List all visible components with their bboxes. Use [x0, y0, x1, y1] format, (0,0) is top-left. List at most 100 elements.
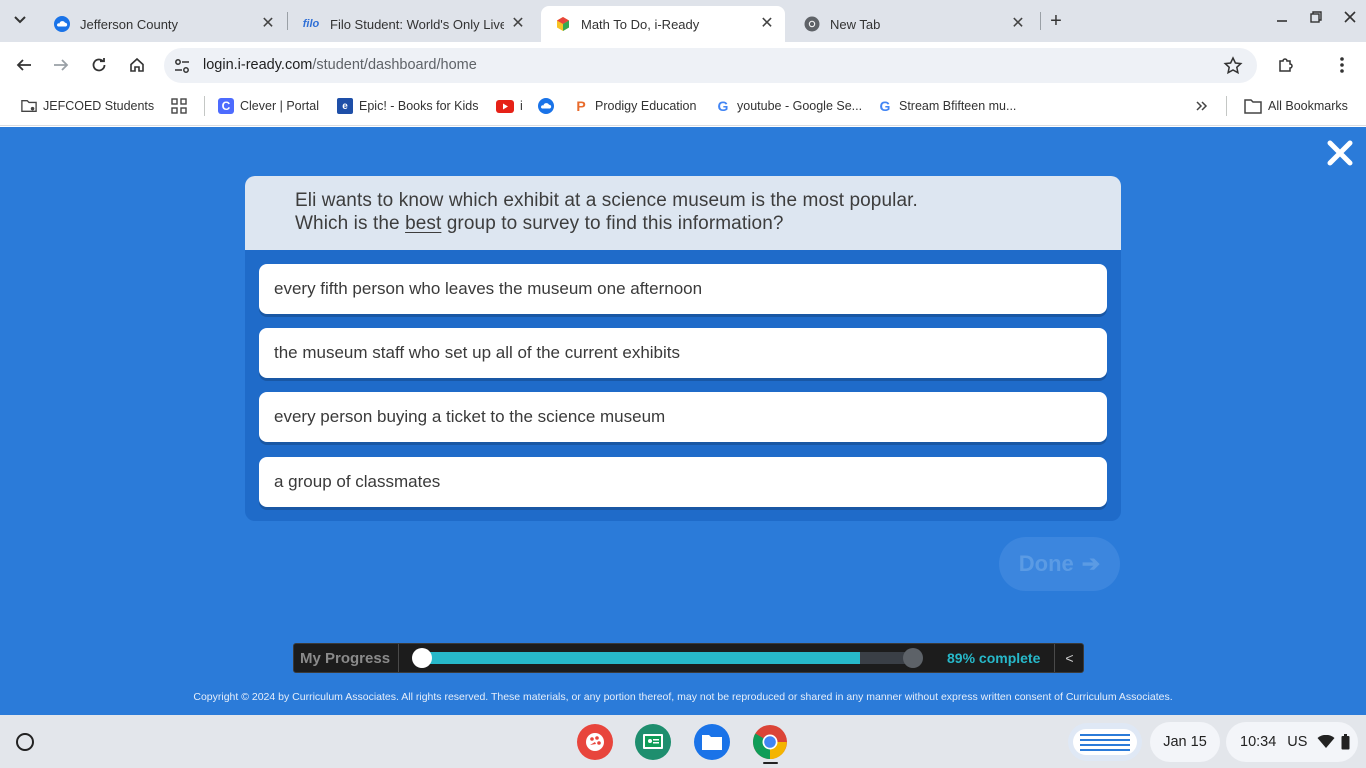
bookmark-star-icon[interactable] [1223, 56, 1243, 76]
all-bookmarks-button[interactable]: All Bookmarks [1244, 96, 1348, 116]
forward-button[interactable] [49, 53, 73, 77]
question-text-fragment: group to survey to find this information… [441, 213, 784, 234]
close-tab-icon[interactable]: ✕ [260, 16, 276, 32]
arrow-left-icon [16, 59, 31, 71]
launcher-icon[interactable] [16, 733, 34, 751]
address-bar[interactable]: login.i-ready.com/student/dashboard/home [164, 48, 1257, 83]
apps-grid-icon [171, 98, 187, 114]
minimize-icon [1277, 20, 1287, 22]
answer-choice-1[interactable]: every fifth person who leaves the museum… [259, 264, 1107, 314]
bookmark-cloud[interactable] [538, 96, 560, 116]
question-card: Eli wants to know which exhibit at a sci… [245, 176, 1121, 521]
bookmark-clever-portal[interactable]: C Clever | Portal [218, 96, 319, 116]
restore-button[interactable] [1303, 6, 1329, 32]
os-shelf: Jan 15 10:34 US [0, 715, 1366, 768]
close-tab-icon[interactable]: ✕ [759, 16, 775, 32]
progress-label: My Progress [300, 650, 391, 667]
extensions-button[interactable] [1274, 53, 1298, 77]
chrome-icon [804, 16, 820, 32]
bookmark-separator [1226, 96, 1227, 116]
arrow-right-icon [54, 59, 69, 71]
bookmark-youtube-google-search[interactable]: G youtube - Google Se... [715, 96, 863, 116]
cloud-icon [538, 98, 554, 114]
tab-title: New Tab [830, 16, 881, 32]
home-icon [130, 57, 144, 72]
url-text[interactable]: login.i-ready.com/student/dashboard/home [203, 57, 477, 73]
tote-thumbnail[interactable] [1068, 723, 1142, 761]
url-host: login.i-ready.com [203, 57, 313, 73]
bookmark-label: JEFCOED Students [43, 99, 155, 113]
input-locale: US [1287, 734, 1308, 750]
bookmark-youtube[interactable]: i [496, 96, 523, 116]
bookmark-prodigy[interactable]: P Prodigy Education [573, 96, 696, 116]
files-icon[interactable] [694, 724, 730, 760]
close-icon [1344, 11, 1356, 23]
tab-filo[interactable]: filo Filo Student: World's Only Live I ✕ [288, 6, 536, 42]
chevron-down-icon [14, 16, 26, 24]
answer-choice-3[interactable]: every person buying a ticket to the scie… [259, 392, 1107, 442]
classroom-icon[interactable] [635, 724, 671, 760]
filo-logo: filo [302, 18, 320, 30]
active-app-indicator [763, 762, 778, 764]
question-text-fragment: Which is the [295, 213, 406, 234]
chrome-icon[interactable] [752, 724, 788, 760]
back-button[interactable] [12, 53, 36, 77]
tab-math-to-do-iready[interactable]: Math To Do, i-Ready ✕ [541, 6, 785, 42]
folder-gear-icon [21, 98, 37, 114]
answer-choice-4[interactable]: a group of classmates [259, 457, 1107, 507]
system-tray[interactable]: 10:34 US [1226, 722, 1358, 762]
canvas-paint-icon[interactable] [577, 724, 613, 760]
arrow-right-icon: ➔ [1081, 551, 1101, 576]
tab-search-button[interactable] [8, 8, 32, 32]
site-settings-icon[interactable] [173, 57, 191, 75]
youtube-icon [496, 98, 514, 114]
bookmark-apps[interactable] [171, 96, 193, 116]
clock-time: 10:34 [1240, 734, 1277, 750]
copyright-text: Copyright © 2024 by Curriculum Associate… [193, 691, 1173, 703]
question-prompt: Eli wants to know which exhibit at a sci… [295, 189, 918, 235]
close-lesson-icon[interactable] [1326, 139, 1354, 167]
iready-lesson-page: Eli wants to know which exhibit at a sci… [0, 127, 1366, 715]
tab-jefferson-county[interactable]: Jefferson County ✕ [40, 6, 286, 42]
date-display[interactable]: Jan 15 [1150, 722, 1220, 762]
close-window-button[interactable] [1337, 6, 1363, 32]
puzzle-icon [1279, 58, 1293, 72]
google-icon: G [717, 98, 729, 114]
progress-collapse-button[interactable]: < [1054, 644, 1084, 672]
done-button[interactable]: Done ➔ [999, 537, 1120, 591]
bookmark-label: Clever | Portal [240, 99, 319, 113]
question-emphasis: best [405, 213, 442, 234]
minimize-button[interactable] [1269, 6, 1295, 32]
bookmark-label: Epic! - Books for Kids [359, 99, 479, 113]
done-label: Done [1018, 551, 1074, 576]
prodigy-icon: P [576, 98, 586, 114]
progress-end-marker [903, 648, 923, 668]
clever-icon: C [218, 98, 234, 114]
home-button[interactable] [125, 53, 149, 77]
bookmark-epic-books[interactable]: e Epic! - Books for Kids [337, 96, 479, 116]
bookmark-label: youtube - Google Se... [737, 99, 863, 113]
epic-icon: e [337, 98, 353, 114]
menu-button[interactable] [1330, 53, 1354, 77]
question-header: Eli wants to know which exhibit at a sci… [245, 176, 1121, 250]
folder-icon [1244, 98, 1262, 114]
close-tab-icon[interactable]: ✕ [1010, 16, 1026, 32]
tab-strip: Jefferson County ✕ filo Filo Student: Wo… [0, 0, 1366, 42]
tab-separator [1040, 12, 1041, 30]
bookmark-stream-bfifteen[interactable]: G Stream Bfifteen mu... [877, 96, 1017, 116]
bookmark-label: Prodigy Education [595, 99, 697, 113]
more-vertical-icon [1340, 57, 1344, 73]
tab-new-tab[interactable]: New Tab ✕ [790, 6, 1036, 42]
bookmarks-overflow-button[interactable] [1194, 96, 1216, 116]
bookmark-jefcoed-students[interactable]: JEFCOED Students [21, 96, 154, 116]
close-tab-icon[interactable]: ✕ [510, 16, 526, 32]
answer-choice-2[interactable]: the museum staff who set up all of the c… [259, 328, 1107, 378]
url-path: /student/dashboard/home [312, 57, 477, 73]
screenshot-thumbnail-icon [1073, 729, 1137, 755]
new-tab-button[interactable]: + [1046, 9, 1066, 33]
wifi-icon [1317, 735, 1335, 748]
progress-track [421, 652, 914, 664]
progress-bar: My Progress 89% complete < [293, 643, 1084, 673]
reload-button[interactable] [87, 53, 111, 77]
battery-icon [1341, 734, 1350, 750]
